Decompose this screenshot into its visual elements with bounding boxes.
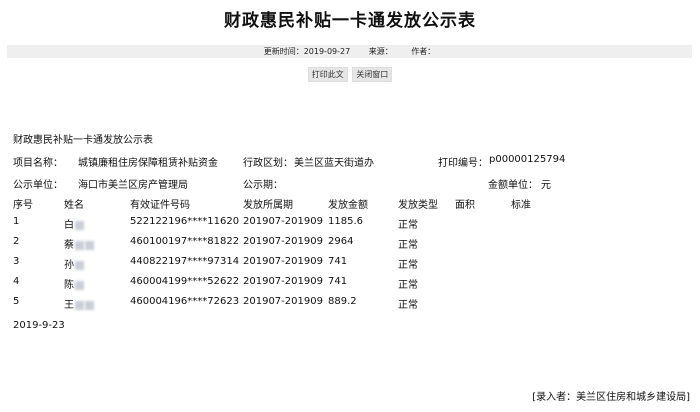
column-header: 发放所属期: [243, 200, 293, 211]
table-cell: 741: [328, 276, 348, 287]
table-cell: 3: [13, 256, 20, 267]
table-cell: 460004196****72623: [130, 296, 240, 307]
table-cell: 正常: [398, 300, 418, 311]
table-cell: 正常: [398, 240, 418, 251]
meta-bar: 更新时间：2019-09-27 来源： 作者：: [7, 45, 692, 58]
table-cell: 889.2: [328, 296, 357, 307]
redacted-name-block: [75, 300, 84, 310]
table-cell: 440822197****97314: [130, 256, 240, 267]
name-cell: 陈: [64, 276, 84, 291]
name-cell: 白: [64, 216, 84, 231]
name-cell: 王: [64, 296, 94, 311]
table-cell: 4: [13, 276, 20, 287]
table-cell: 522122196****11620: [130, 216, 240, 227]
entry-footer: [录入者：美兰区住房和城乡建设局]: [532, 392, 690, 403]
table-cell: 1185.6: [328, 216, 363, 227]
table-cell: 460004199****52622: [130, 276, 240, 287]
table-cell: 201907-201909: [243, 216, 323, 227]
region-label: 行政区划：: [243, 158, 293, 169]
project-label: 项目名称：: [13, 158, 63, 169]
doc-subtitle: 财政惠民补贴一卡通发放公示表: [13, 135, 153, 146]
project-value: 城镇廉租住房保障租赁补贴资金: [78, 158, 218, 169]
table-cell: 201907-201909: [243, 296, 323, 307]
table-cell: 5: [13, 296, 20, 307]
source: 来源：: [368, 47, 393, 56]
column-header: 面积: [455, 200, 475, 211]
unit-value: 海口市美兰区房产管理局: [78, 180, 188, 191]
table-cell: 201907-201909: [243, 256, 323, 267]
author: 作者：: [411, 47, 436, 56]
print-no-value: p00000125794: [489, 154, 566, 165]
print-button[interactable]: 打印此文: [307, 67, 348, 82]
name-cell: 蔡: [64, 236, 94, 251]
column-header: 发放类型: [398, 200, 438, 211]
redacted-name-block: [75, 220, 84, 230]
table-cell: 201907-201909: [243, 276, 323, 287]
update-time: 更新时间：2019-09-27: [263, 47, 351, 56]
table-cell: 2: [13, 236, 20, 247]
redacted-name-block: [75, 260, 84, 270]
column-header: 姓名: [64, 200, 84, 211]
column-header: 有效证件号码: [130, 200, 190, 211]
table-cell: 正常: [398, 280, 418, 291]
name-cell: 孙: [64, 256, 84, 271]
table-cell: 1: [13, 216, 20, 227]
table-cell: 741: [328, 256, 348, 267]
table-cell: 正常: [398, 220, 418, 231]
table-cell: 201907-201909: [243, 236, 323, 247]
column-header: 序号: [13, 200, 33, 211]
amount-unit-value: 元: [541, 180, 551, 191]
unit-label: 公示单位：: [13, 180, 63, 191]
column-header: 标准: [511, 200, 531, 211]
doc-date: 2019-9-23: [13, 320, 65, 331]
table-cell: 460100197****81822: [130, 236, 240, 247]
print-no-label: 打印编号：: [438, 158, 488, 169]
column-header: 发放金额: [328, 200, 368, 211]
close-window-button[interactable]: 关闭窗口: [352, 67, 393, 82]
redacted-name-block: [75, 240, 84, 250]
region-value: 美兰区蓝天街道办: [294, 158, 374, 169]
table-cell: 2964: [328, 236, 354, 247]
redacted-name-block: [75, 280, 84, 290]
redacted-name-block: [85, 300, 94, 310]
amount-unit-label: 金额单位：: [488, 180, 538, 191]
redacted-name-block: [85, 240, 94, 250]
page-title: 财政惠民补贴一卡通发放公示表: [224, 11, 476, 31]
period-label: 公示期：: [243, 180, 283, 191]
table-cell: 正常: [398, 260, 418, 271]
